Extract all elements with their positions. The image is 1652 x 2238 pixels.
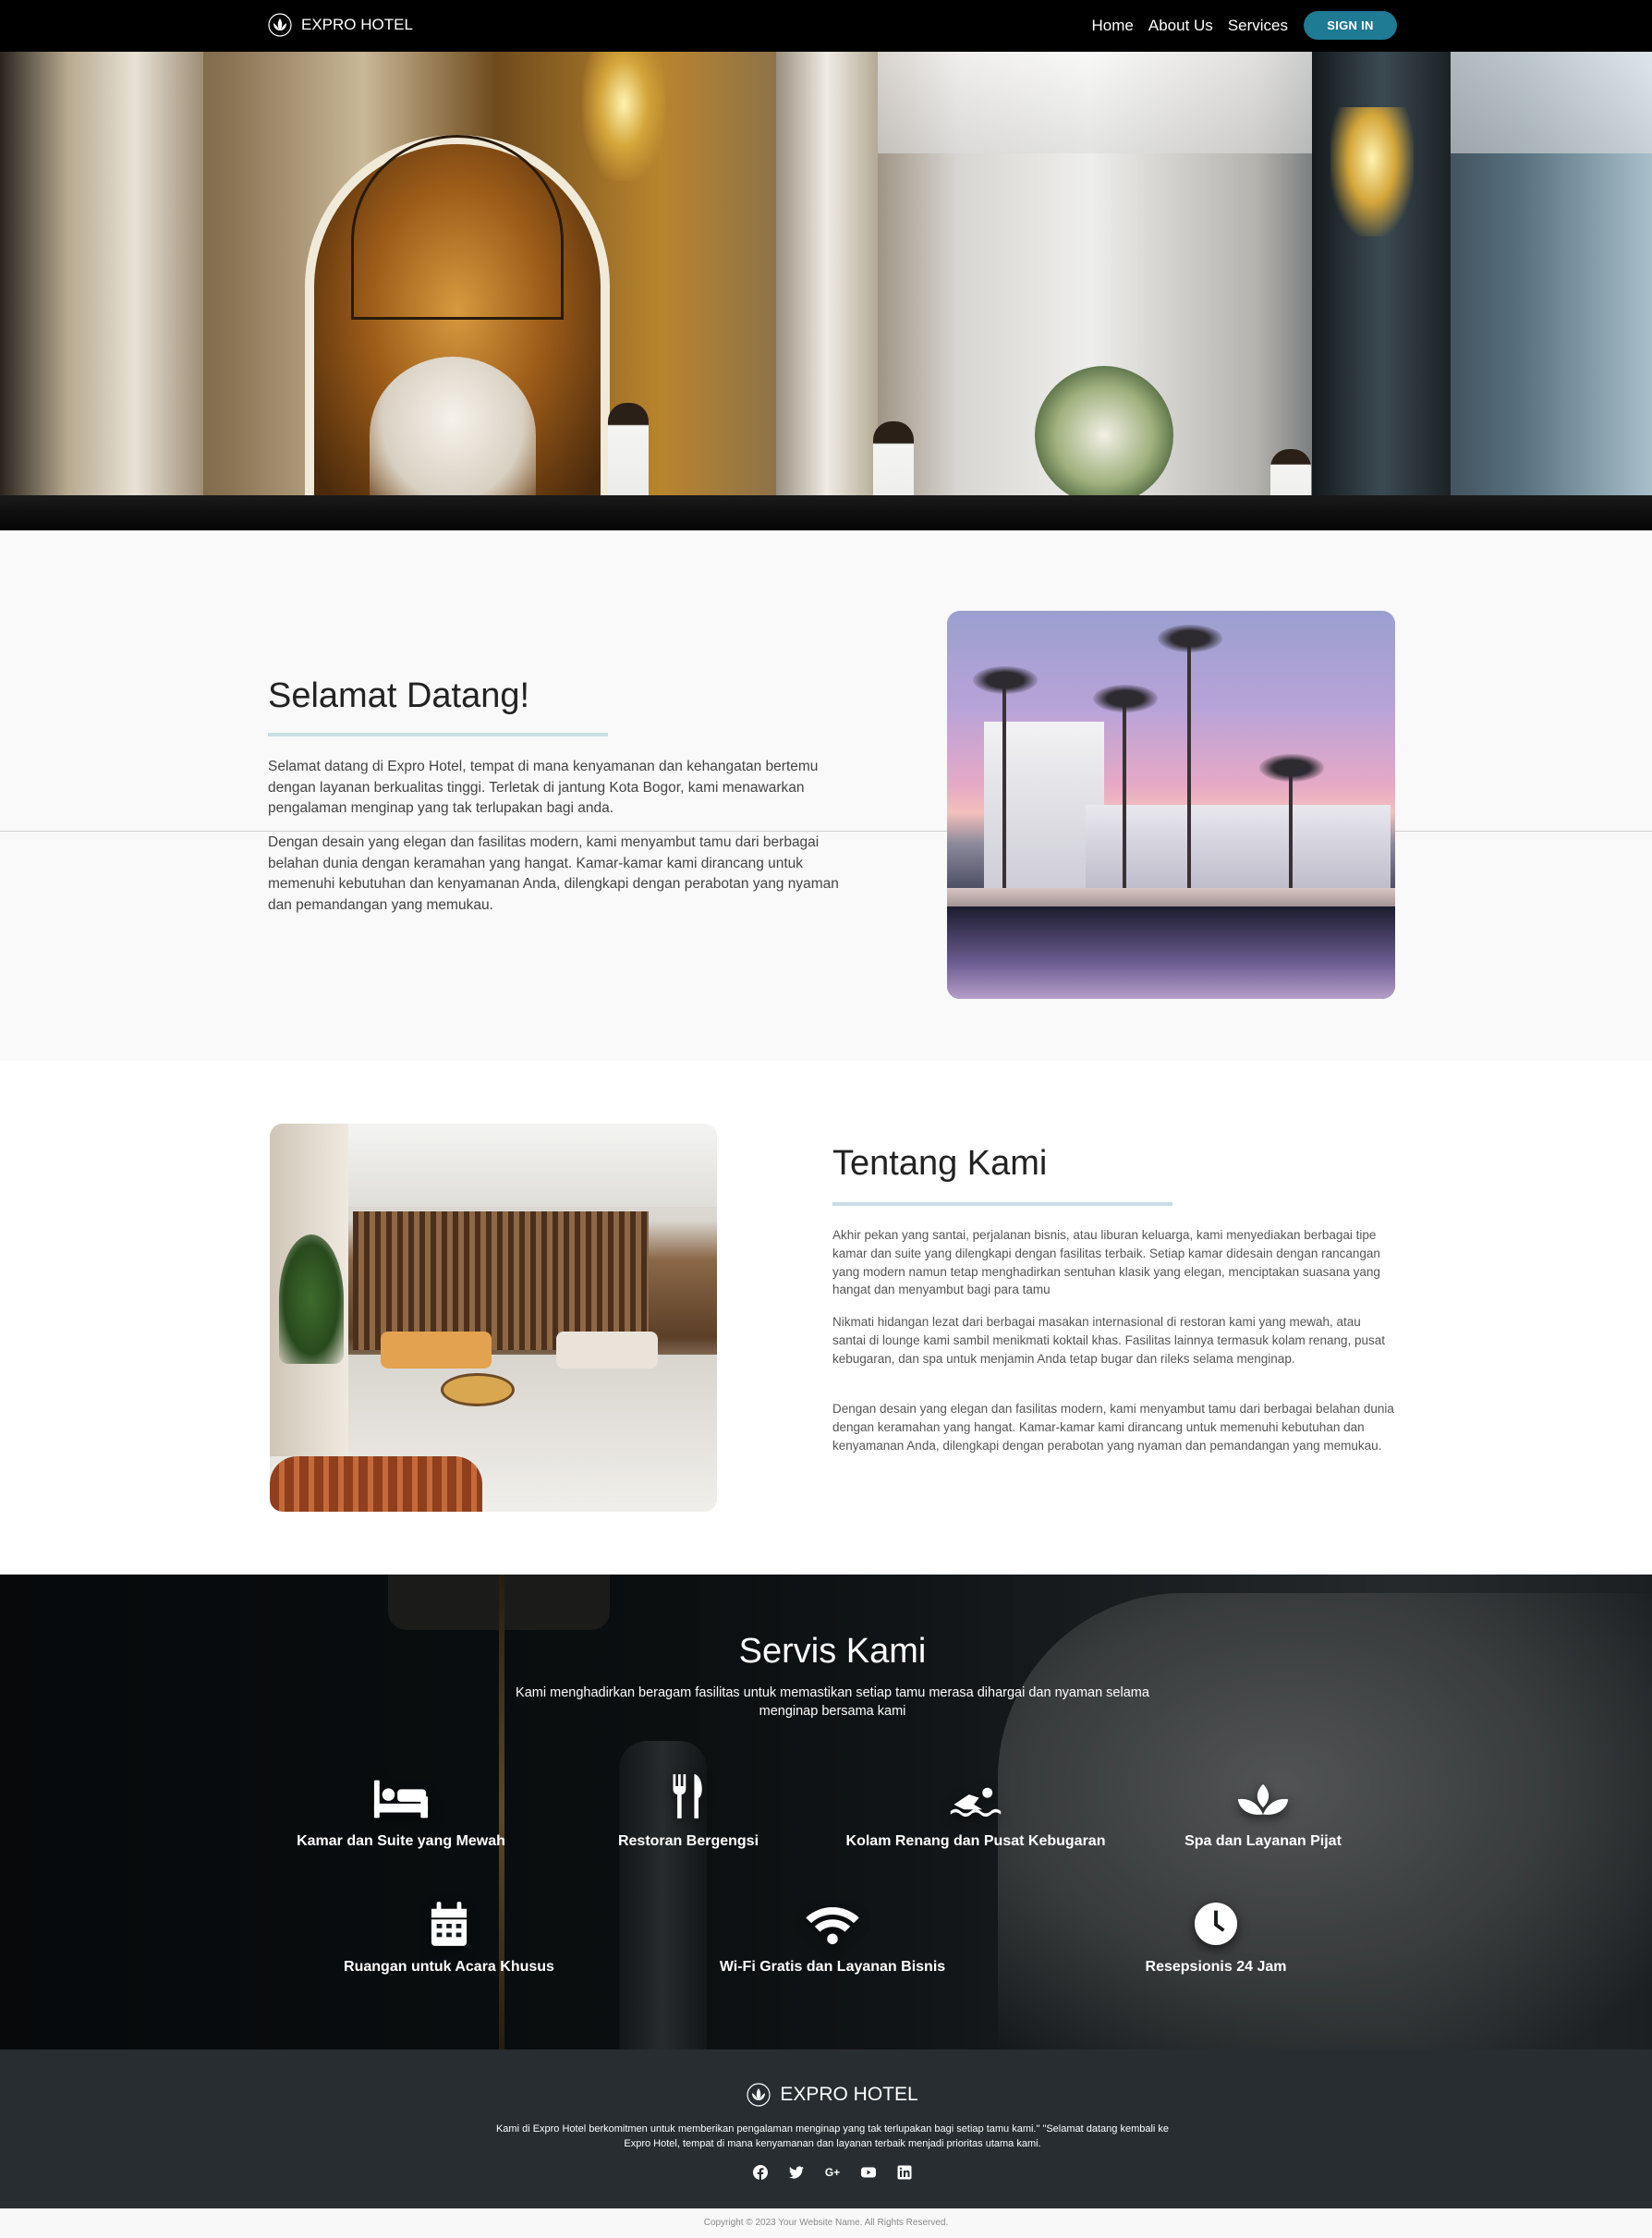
palm-tree [1002,680,1006,906]
footer: EXPRO HOTEL Kami di Expro Hotel berkomit… [0,2049,1652,2208]
service-label: Kamar dan Suite yang Mewah [297,1833,505,1849]
hero-lobby-image [0,52,1652,530]
wood-slat-wall [353,1211,649,1350]
hero-chandelier [582,52,665,181]
sign-in-button[interactable]: SIGN IN [1304,11,1397,40]
bed-icon [371,1770,431,1820]
copyright: Copyright © 2023 Your Website Name. All … [0,2208,1652,2238]
spa-icon [1233,1770,1293,1820]
social-links: G+ [0,2164,1652,2180]
utensils-icon [659,1770,718,1820]
service-label: Ruangan untuk Acara Khusus [344,1959,554,1975]
wifi-icon [803,1896,862,1946]
lounge-image [270,1124,717,1512]
palm-tree [1259,754,1324,782]
divider-line [0,831,1652,832]
hero-flowers [1035,366,1173,505]
services-section: Servis Kami Kami menghadirkan beragam fa… [0,1575,1652,2049]
about-paragraph: Akhir pekan yang santai, perjalanan bisn… [832,1228,1380,1297]
about-paragraph: Dengan desain yang elegan dan fasilitas … [832,1402,1394,1453]
hero-statue [370,357,536,514]
nav-link-home[interactable]: Home [1092,17,1134,35]
palm-tree [1123,699,1126,906]
palm-tree [1187,639,1191,906]
services-subtitle: Kami menghadirkan beragam fasilitas untu… [516,1685,1149,1719]
linkedin-icon[interactable] [897,2164,913,2180]
service-label: Kolam Renang dan Pusat Kebugaran [845,1833,1106,1849]
nav-link-services[interactable]: Services [1228,17,1288,35]
service-item: Kamar dan Suite yang Mewah [262,1770,540,1850]
service-item: Resepsionis 24 Jam [1077,1896,1354,1976]
twitter-icon[interactable] [789,2164,805,2180]
hero-chandelier [1330,107,1414,237]
hero-reception-counter [0,495,1652,530]
facebook-icon[interactable] [753,2164,769,2180]
service-label: Wi-Fi Gratis dan Layanan Bisnis [719,1959,946,1975]
brand[interactable]: EXPRO HOTEL [268,13,413,37]
palm-tree [1158,625,1222,652]
title-underline [268,733,608,736]
service-item: Ruangan untuk Acara Khusus [310,1896,588,1976]
palm-tree [1289,768,1293,906]
resort-pool-image [947,611,1395,999]
welcome-paragraph: Dengan desain yang elegan dan fasilitas … [268,834,839,913]
about-section: Tentang Kami Akhir pekan yang santai, pe… [0,1061,1652,1575]
hero-pillar-left [0,52,203,530]
lounge-sofa [381,1332,492,1368]
nav-links: Home About Us Services [1092,0,1288,52]
google-plus-icon[interactable]: G+ [825,2164,841,2180]
lounge-table [441,1373,515,1406]
hero-ceiling [832,52,1652,153]
lounge-sofa [556,1332,658,1368]
service-label: Resepsionis 24 Jam [1145,1959,1287,1975]
palm-tree [973,666,1038,694]
calendar-icon [419,1896,479,1946]
welcome-section: Selamat Datang! Selamat datang di Expro … [0,530,1652,1061]
hero-pillar-mid [776,52,878,530]
welcome-title: Selamat Datang! [268,676,530,715]
lotus-logo-icon [268,13,292,37]
service-label: Restoran Bergengsi [617,1833,759,1849]
service-item: Wi-Fi Gratis dan Layanan Bisnis [694,1896,971,1976]
youtube-icon[interactable] [861,2164,877,2180]
welcome-paragraph: Selamat datang di Expro Hotel, tempat di… [268,759,819,816]
footer-brand-name: EXPRO HOTEL [780,2084,918,2105]
service-item: Restoran Bergengsi [550,1770,827,1850]
about-title: Tentang Kami [832,1144,1048,1183]
lotus-logo-icon [747,2083,771,2107]
navbar: EXPRO HOTEL Home About Us Services SIGN … [0,0,1652,52]
service-item: Kolam Renang dan Pusat Kebugaran [837,1770,1114,1850]
nav-link-about-us[interactable]: About Us [1148,17,1213,35]
service-label: Spa dan Layanan Pijat [1184,1833,1342,1849]
footer-text: Kami di Expro Hotel berkomitmen untuk me… [495,2123,1170,2149]
lounge-plant [279,1235,344,1364]
service-item: Spa dan Layanan Pijat [1124,1770,1402,1850]
palm-tree [1093,685,1158,712]
lounge-bench [270,1456,482,1512]
pool [947,906,1395,999]
clock-icon [1186,1896,1245,1946]
brand-name: EXPRO HOTEL [301,16,413,33]
title-underline [832,1202,1172,1206]
about-paragraph: Nikmati hidangan lezat dari berbagai mas… [832,1315,1386,1366]
footer-brand[interactable]: EXPRO HOTEL [0,2083,1652,2107]
services-title: Servis Kami [738,1632,927,1671]
swimmer-icon [946,1770,1005,1820]
